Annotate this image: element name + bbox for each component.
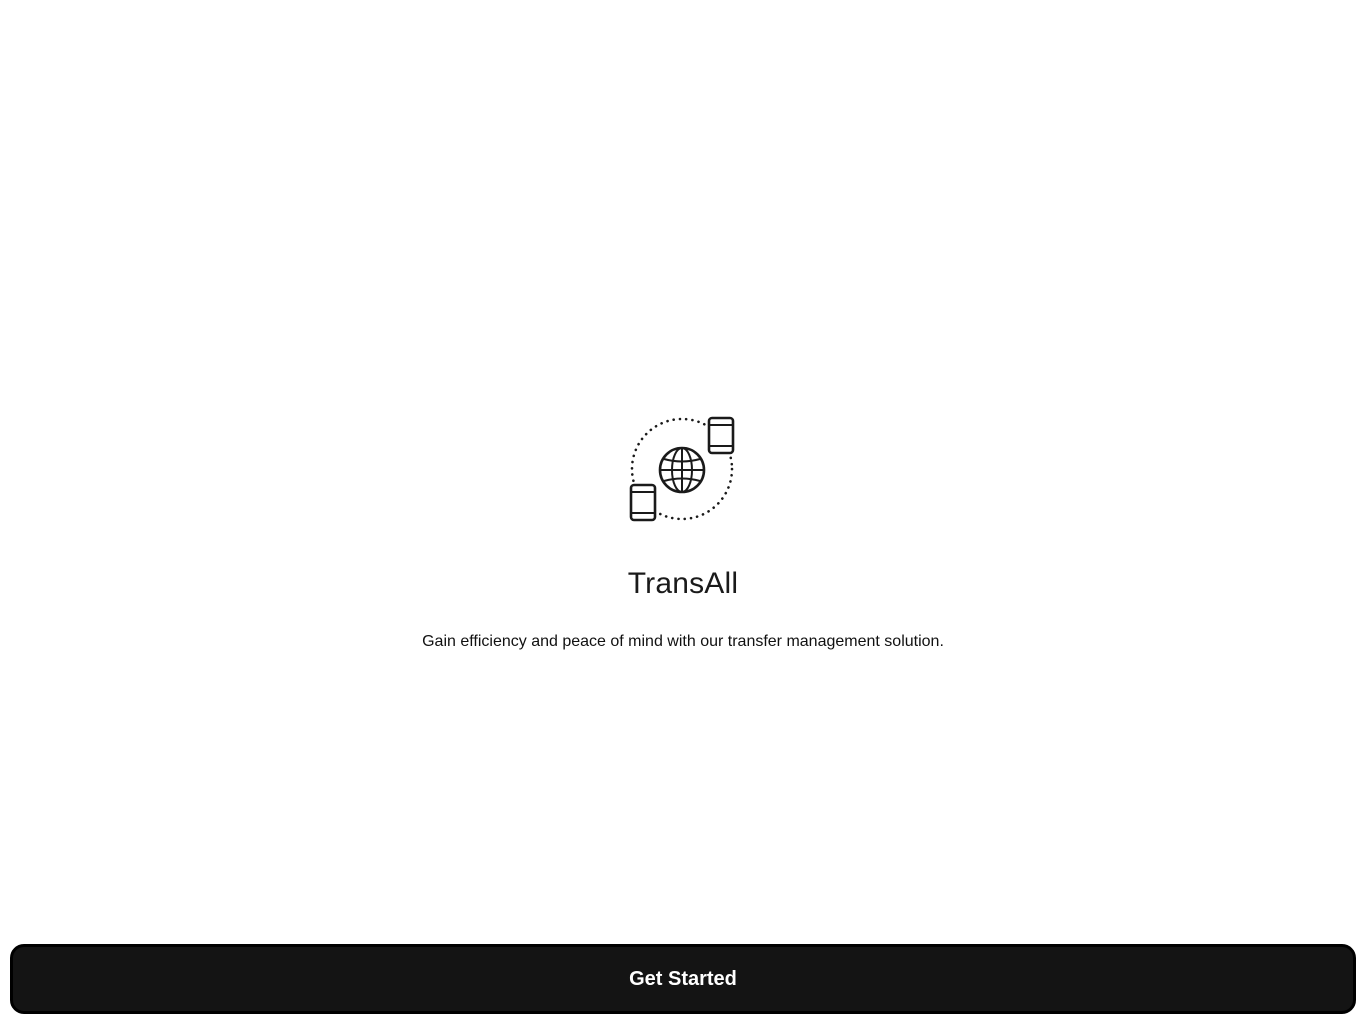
- welcome-screen: TransAll Gain efficiency and peace of mi…: [0, 0, 1366, 1024]
- globe-transfer-icon: [626, 413, 738, 525]
- get-started-button[interactable]: Get Started: [10, 944, 1356, 1014]
- app-tagline: Gain efficiency and peace of mind with o…: [422, 633, 944, 650]
- app-title: TransAll: [627, 567, 739, 600]
